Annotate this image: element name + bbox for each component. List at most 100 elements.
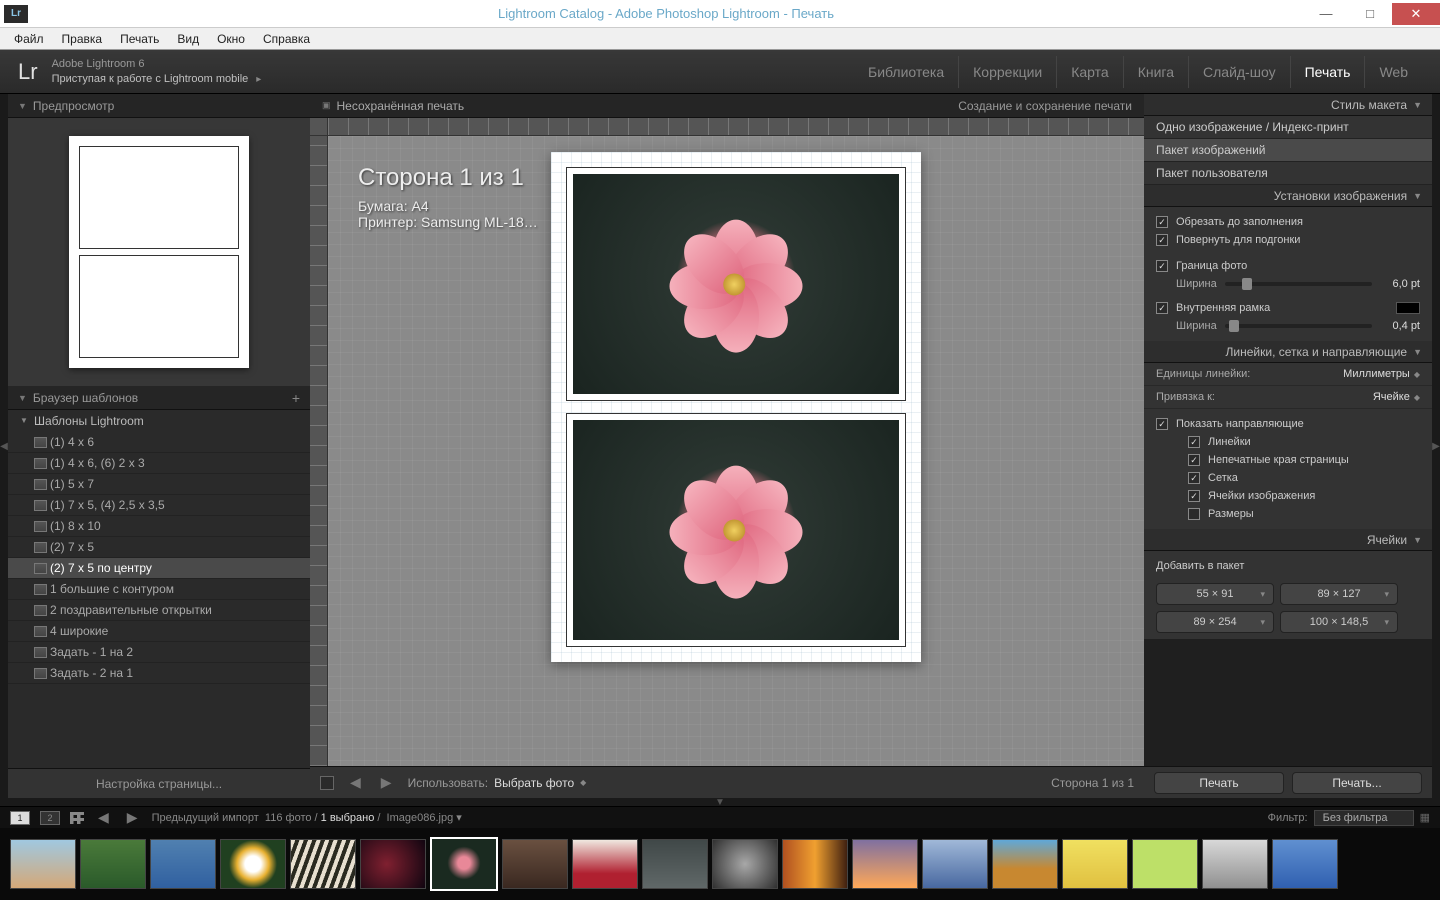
- filmstrip-thumbnail[interactable]: [992, 839, 1058, 889]
- filmstrip-thumbnail[interactable]: [1062, 839, 1128, 889]
- guide-rulers-checkbox[interactable]: Линейки: [1156, 433, 1420, 451]
- template-item[interactable]: 1 большие с контуром: [8, 579, 310, 600]
- filter-dropdown[interactable]: Без фильтра: [1314, 810, 1414, 826]
- crop-to-fill-checkbox[interactable]: Обрезать до заполнения: [1156, 213, 1420, 231]
- menu-Вид[interactable]: Вид: [169, 30, 207, 48]
- module-tab-Библиотека[interactable]: Библиотека: [854, 56, 959, 88]
- maximize-button[interactable]: □: [1348, 3, 1392, 25]
- photo-cell-2[interactable]: [567, 414, 905, 646]
- border-width-slider[interactable]: Ширина 6,0 pt: [1156, 275, 1420, 293]
- photo-border-checkbox[interactable]: Граница фото: [1156, 257, 1420, 275]
- go-forward-icon[interactable]: ▶: [123, 809, 142, 826]
- left-panel-handle[interactable]: ◀: [0, 94, 8, 798]
- inner-stroke-slider[interactable]: Ширина 0,4 pt: [1156, 317, 1420, 335]
- template-item[interactable]: (2) 7 x 5: [8, 537, 310, 558]
- guide-grid-checkbox[interactable]: Сетка: [1156, 469, 1420, 487]
- go-back-icon[interactable]: ◀: [94, 809, 113, 826]
- filmstrip-thumbnail[interactable]: [360, 839, 426, 889]
- module-tab-Книга[interactable]: Книга: [1124, 56, 1189, 88]
- rulers-grid-header[interactable]: Линейки, сетка и направляющие▼: [1144, 341, 1432, 363]
- prev-page-icon[interactable]: ◀: [346, 774, 365, 791]
- filmstrip-thumbnail[interactable]: [642, 839, 708, 889]
- menu-Правка[interactable]: Правка: [54, 30, 111, 48]
- next-page-icon[interactable]: ▶: [377, 774, 396, 791]
- select-all-checkbox[interactable]: [320, 776, 334, 790]
- module-tab-Слайд-шоу[interactable]: Слайд-шоу: [1189, 56, 1291, 88]
- filmstrip-handle[interactable]: ▼: [0, 798, 1440, 806]
- guide-dimensions-checkbox[interactable]: Размеры: [1156, 505, 1420, 523]
- print-job-name[interactable]: ▣Несохранённая печать: [322, 99, 464, 113]
- minimize-button[interactable]: —: [1304, 3, 1348, 25]
- rotate-to-fit-checkbox[interactable]: Повернуть для подгонки: [1156, 231, 1420, 249]
- template-item[interactable]: (1) 4 x 6, (6) 2 x 3: [8, 453, 310, 474]
- close-button[interactable]: ✕: [1392, 3, 1440, 25]
- filmstrip-thumbnail[interactable]: [852, 839, 918, 889]
- mobile-link[interactable]: Приступая к работе с Lightroom mobile▸: [52, 72, 262, 86]
- guide-bleed-checkbox[interactable]: Непечатные края страницы: [1156, 451, 1420, 469]
- menu-Справка[interactable]: Справка: [255, 30, 318, 48]
- filmstrip-thumbnail[interactable]: [1202, 839, 1268, 889]
- cells-header[interactable]: Ячейки▼: [1144, 529, 1432, 551]
- create-saved-print-button[interactable]: Создание и сохранение печати: [958, 99, 1132, 113]
- preview-header[interactable]: ▼Предпросмотр: [8, 94, 310, 118]
- filmstrip-thumbnail[interactable]: [430, 837, 498, 891]
- module-tab-Коррекции[interactable]: Коррекции: [959, 56, 1057, 88]
- template-item[interactable]: (1) 7 x 5, (4) 2,5 x 3,5: [8, 495, 310, 516]
- image-settings-header[interactable]: Установки изображения▼: [1144, 185, 1432, 207]
- layout-option[interactable]: Пакет пользователя: [1144, 162, 1432, 185]
- template-browser-header[interactable]: ▼Браузер шаблонов+: [8, 386, 310, 410]
- filmstrip-thumbnail[interactable]: [712, 839, 778, 889]
- ruler-units-dropdown[interactable]: Единицы линейки:Миллиметры◆: [1144, 363, 1432, 386]
- page-setup-button[interactable]: Настройка страницы...: [8, 768, 310, 798]
- use-selector[interactable]: Использовать: Выбрать фото ◆: [408, 776, 587, 790]
- template-folder[interactable]: Шаблоны Lightroom: [8, 410, 310, 432]
- template-item[interactable]: (1) 5 x 7: [8, 474, 310, 495]
- main-display-button[interactable]: 1: [10, 811, 30, 825]
- layout-option[interactable]: Одно изображение / Индекс-принт: [1144, 116, 1432, 139]
- filmstrip-thumbnail[interactable]: [220, 839, 286, 889]
- print-dialog-button[interactable]: Печать...: [1292, 772, 1422, 794]
- filmstrip-thumbnail[interactable]: [922, 839, 988, 889]
- template-item[interactable]: (1) 4 x 6: [8, 432, 310, 453]
- cell-size-button[interactable]: 100 × 148,5: [1280, 611, 1398, 633]
- filmstrip-thumbnail[interactable]: [150, 839, 216, 889]
- guide-cells-checkbox[interactable]: Ячейки изображения: [1156, 487, 1420, 505]
- template-item[interactable]: 2 поздравительные открытки: [8, 600, 310, 621]
- menu-Окно[interactable]: Окно: [209, 30, 253, 48]
- template-item[interactable]: (2) 7 x 5 по центру: [8, 558, 310, 579]
- show-guides-checkbox[interactable]: Показать направляющие: [1156, 415, 1420, 433]
- photo-cell-1[interactable]: [567, 168, 905, 400]
- template-item[interactable]: Задать - 2 на 1: [8, 663, 310, 684]
- layout-option[interactable]: Пакет изображений: [1144, 139, 1432, 162]
- filmstrip-thumbnail[interactable]: [80, 839, 146, 889]
- print-canvas[interactable]: Сторона 1 из 1 Бумага: A4 Принтер: Samsu…: [310, 118, 1144, 766]
- filmstrip-thumbnail[interactable]: [10, 839, 76, 889]
- filmstrip-thumbnail[interactable]: [1132, 839, 1198, 889]
- filmstrip-thumbnail[interactable]: [1272, 839, 1338, 889]
- cell-size-button[interactable]: 89 × 127: [1280, 583, 1398, 605]
- snap-to-dropdown[interactable]: Привязка к:Ячейке◆: [1144, 386, 1432, 409]
- grid-view-icon[interactable]: [70, 812, 84, 824]
- filmstrip[interactable]: [0, 828, 1440, 900]
- template-item[interactable]: 4 широкие: [8, 621, 310, 642]
- right-panel-handle[interactable]: ▶: [1432, 94, 1440, 798]
- print-button[interactable]: Печать: [1154, 772, 1284, 794]
- filter-lock-icon[interactable]: ▦: [1420, 811, 1430, 824]
- inner-stroke-checkbox[interactable]: Внутренняя рамка: [1156, 299, 1420, 317]
- layout-style-header[interactable]: Стиль макета▼: [1144, 94, 1432, 116]
- filmstrip-path[interactable]: Предыдущий импорт 116 фото / 1 выбрано /…: [152, 811, 462, 824]
- cell-size-button[interactable]: 89 × 254: [1156, 611, 1274, 633]
- second-display-button[interactable]: 2: [40, 811, 60, 825]
- cell-size-button[interactable]: 55 × 91: [1156, 583, 1274, 605]
- module-tab-Web[interactable]: Web: [1365, 56, 1422, 88]
- stroke-color-swatch[interactable]: [1396, 302, 1420, 314]
- filmstrip-thumbnail[interactable]: [782, 839, 848, 889]
- filmstrip-thumbnail[interactable]: [572, 839, 638, 889]
- menu-Печать[interactable]: Печать: [112, 30, 167, 48]
- template-item[interactable]: (1) 8 x 10: [8, 516, 310, 537]
- module-tab-Печать[interactable]: Печать: [1291, 56, 1366, 88]
- filmstrip-thumbnail[interactable]: [502, 839, 568, 889]
- template-item[interactable]: Задать - 1 на 2: [8, 642, 310, 663]
- filmstrip-thumbnail[interactable]: [290, 839, 356, 889]
- menu-Файл[interactable]: Файл: [6, 30, 52, 48]
